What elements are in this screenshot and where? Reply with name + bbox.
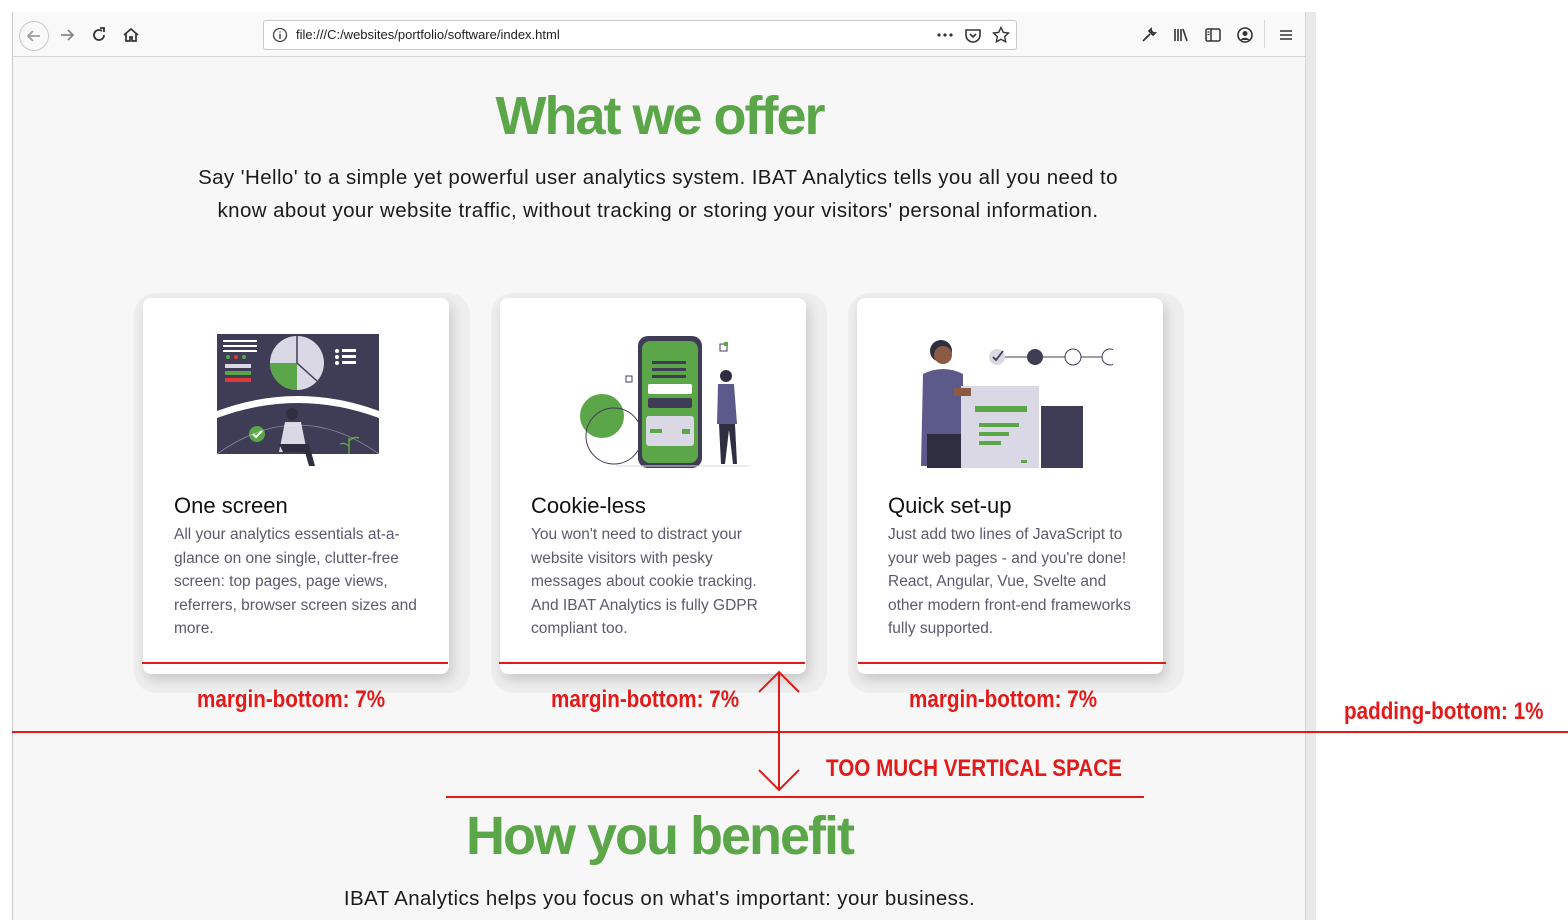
too-much-space-label: TOO MUCH VERTICAL SPACE bbox=[826, 755, 1122, 782]
bookmark-button[interactable] bbox=[992, 26, 1010, 44]
home-icon bbox=[123, 27, 139, 42]
phone-illustration bbox=[580, 336, 751, 468]
wrench-icon bbox=[1142, 26, 1158, 42]
url-text[interactable]: file:///C:/websites/portfolio/software/i… bbox=[296, 27, 560, 42]
pocket-icon bbox=[965, 29, 981, 43]
reload-icon bbox=[93, 27, 105, 41]
margin-bottom-label: margin-bottom: 7% bbox=[909, 686, 1098, 713]
feature-card: One screen All your analytics essentials… bbox=[143, 298, 449, 674]
browser-toolbar: file:///C:/websites/portfolio/software/i… bbox=[13, 12, 1306, 57]
tools-button[interactable] bbox=[1137, 23, 1161, 47]
card-bottom-line bbox=[142, 662, 448, 664]
toolbar-separator bbox=[1264, 20, 1265, 48]
browser-window: file:///C:/websites/portfolio/software/i… bbox=[12, 12, 1306, 920]
forward-button[interactable] bbox=[55, 23, 79, 47]
home-button[interactable] bbox=[119, 23, 143, 47]
info-icon[interactable] bbox=[272, 27, 288, 43]
card-text: You won't need to distract your website … bbox=[531, 526, 758, 637]
margin-bottom-label: margin-bottom: 7% bbox=[197, 686, 386, 713]
library-button[interactable] bbox=[1169, 23, 1193, 47]
menu-icon bbox=[1280, 30, 1292, 40]
more-button[interactable] bbox=[936, 26, 954, 44]
card-title: One screen bbox=[174, 493, 288, 518]
padding-bottom-label: padding-bottom: 1% bbox=[1344, 698, 1544, 725]
feature-card: Quick set-up Just add two lines of JavaS… bbox=[857, 298, 1163, 674]
sidebar-button[interactable] bbox=[1201, 23, 1225, 47]
double-arrow-icon bbox=[758, 670, 800, 792]
dashboard-illustration bbox=[216, 334, 380, 466]
benefit-intro: IBAT Analytics helps you focus on what's… bbox=[343, 887, 976, 910]
card-text: All your analytics essentials at-a-glanc… bbox=[174, 526, 417, 637]
library-icon bbox=[1174, 28, 1188, 42]
account-icon bbox=[1237, 27, 1253, 43]
section-intro: Say 'Hello' to a simple yet powerful use… bbox=[198, 166, 1118, 222]
bookmark-star-icon bbox=[992, 26, 1010, 44]
pocket-button[interactable] bbox=[964, 26, 982, 44]
card-text: Just add two lines of JavaScript to your… bbox=[888, 526, 1131, 637]
card-bottom-line bbox=[858, 662, 1166, 664]
setup-illustration bbox=[921, 340, 1113, 468]
card-title: Quick set-up bbox=[888, 493, 1012, 518]
page-content: What we offer Say 'Hello' to a simple ye… bbox=[13, 57, 1306, 920]
reload-button[interactable] bbox=[87, 23, 111, 47]
section-title: What we offer bbox=[495, 86, 825, 146]
more-icon bbox=[937, 33, 953, 37]
next-section-top-line bbox=[446, 796, 1144, 798]
forward-icon bbox=[61, 29, 75, 41]
back-icon bbox=[26, 30, 40, 42]
vertical-scrollbar[interactable] bbox=[1305, 12, 1316, 920]
menu-button[interactable] bbox=[1274, 23, 1298, 47]
account-button[interactable] bbox=[1233, 23, 1257, 47]
url-bar[interactable]: file:///C:/websites/portfolio/software/i… bbox=[263, 20, 1017, 50]
card-bottom-line bbox=[499, 662, 805, 664]
benefit-title: How you benefit bbox=[466, 806, 855, 866]
feature-card: Cookie-less You won't need to distract y… bbox=[500, 298, 806, 674]
margin-bottom-label: margin-bottom: 7% bbox=[551, 686, 740, 713]
card-title: Cookie-less bbox=[531, 493, 646, 518]
back-button[interactable] bbox=[19, 21, 49, 51]
sidebar-icon bbox=[1205, 28, 1221, 42]
